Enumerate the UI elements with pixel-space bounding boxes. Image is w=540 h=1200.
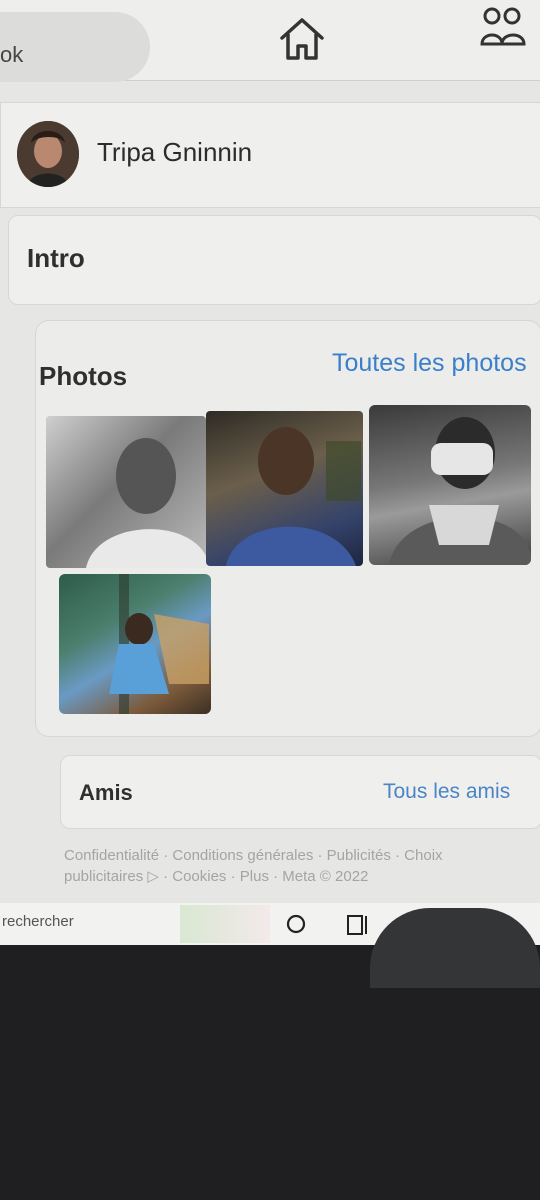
intro-card: Intro <box>8 215 540 305</box>
home-icon[interactable] <box>278 14 326 62</box>
photo-1-image <box>86 438 206 568</box>
profile-card[interactable]: Tripa Gninnin <box>0 102 540 208</box>
photo-thumbnail-3[interactable] <box>369 405 531 565</box>
taskbar-search-box[interactable]: rechercher <box>2 913 74 930</box>
all-friends-link[interactable]: Tous les amis <box>383 780 510 804</box>
friends-title: Amis <box>79 780 133 805</box>
avatar-image <box>17 121 79 187</box>
search-box-text: ok <box>0 42 24 67</box>
avatar[interactable] <box>17 121 79 187</box>
photo-thumbnail-2[interactable] <box>206 411 363 566</box>
footer-links[interactable]: Confidentialité · Conditions générales ·… <box>64 845 504 887</box>
all-photos-link[interactable]: Toutes les photos <box>332 349 527 378</box>
taskbar-search-highlight-image[interactable] <box>180 905 270 943</box>
photo-thumbnail-4[interactable] <box>59 574 211 714</box>
friends-icon[interactable] <box>478 6 528 50</box>
photo-4-image <box>109 574 209 714</box>
intro-title: Intro <box>27 243 85 273</box>
photo-thumbnail-1[interactable] <box>46 416 206 568</box>
cortana-icon[interactable] <box>285 913 307 935</box>
photos-card: Photos Toutes les photos <box>35 320 540 737</box>
friends-card: Amis Tous les amis <box>60 755 540 829</box>
browser-screen: ok Tripa Gninnin Intro Photos Toutes les… <box>0 0 540 945</box>
monitor-bezel-shadow <box>370 908 540 988</box>
profile-name[interactable]: Tripa Gninnin <box>97 137 252 168</box>
photo-3-image <box>389 417 531 565</box>
task-view-icon[interactable] <box>346 913 370 937</box>
photos-title: Photos <box>39 361 128 391</box>
top-navigation-bar: ok <box>0 0 540 82</box>
photo-2-image <box>226 427 361 566</box>
